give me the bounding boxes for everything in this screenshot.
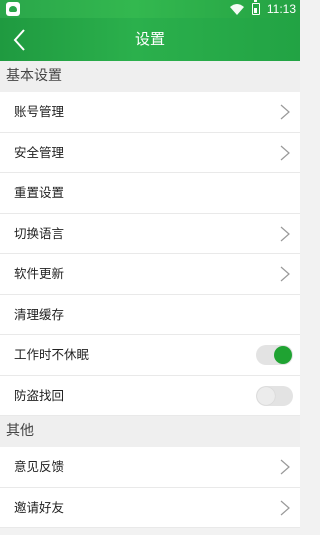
battery-icon [252, 0, 260, 15]
settings-item-label: 清理缓存 [14, 306, 65, 322]
no-sleep-toggle[interactable] [256, 345, 293, 365]
settings-item-label: 防盗找回 [14, 387, 65, 403]
section-header-other: 其他 [0, 416, 300, 447]
settings-item-clear-cache[interactable]: 清理缓存 [0, 294, 300, 335]
toggle-knob [274, 346, 292, 364]
settings-item-reset[interactable]: 重置设置 [0, 173, 300, 214]
settings-item-account[interactable]: 账号管理 [0, 92, 300, 133]
chevron-right-icon [280, 145, 290, 160]
settings-item-label: 账号管理 [14, 104, 65, 119]
settings-item-no-sleep: 工作时不休眠 [0, 335, 300, 376]
chevron-right-icon [280, 266, 290, 282]
section-header-basic: 基本设置 [0, 61, 300, 92]
settings-item-label: 重置设置 [14, 185, 65, 200]
settings-item-label: 邀请好友 [14, 499, 65, 515]
settings-item-label: 工作时不休眠 [14, 347, 90, 362]
settings-item-invite[interactable]: 邀请好友 [0, 487, 300, 528]
chevron-right-icon [280, 500, 290, 515]
chevron-right-icon [280, 459, 290, 475]
title-bar: 设置 [0, 18, 300, 61]
settings-item-security[interactable]: 安全管理 [0, 132, 300, 173]
settings-item-language[interactable]: 切换语言 [0, 213, 300, 254]
wifi-icon [230, 4, 244, 15]
toggle-knob [257, 386, 275, 405]
settings-list: 基本设置 账号管理 安全管理 重置设置 切换语言 软件更新 清理缓存 工作时不休… [0, 61, 300, 535]
page-title: 设置 [134, 30, 165, 48]
settings-item-label: 切换语言 [14, 225, 65, 241]
chevron-right-icon [280, 104, 290, 120]
settings-item-label: 意见反馈 [14, 459, 65, 474]
settings-item-label: 安全管理 [14, 144, 65, 160]
settings-item-label: 软件更新 [14, 266, 65, 281]
settings-item-feedback[interactable]: 意见反馈 [0, 447, 300, 488]
status-time: 11:13 [266, 2, 296, 16]
status-bar: 11:13 [0, 0, 300, 18]
settings-item-update[interactable]: 软件更新 [0, 254, 300, 295]
anti-theft-toggle[interactable] [256, 385, 293, 406]
app-notification-icon [6, 2, 20, 16]
chevron-right-icon [280, 226, 290, 241]
settings-item-anti-theft: 防盗找回 [0, 375, 300, 416]
